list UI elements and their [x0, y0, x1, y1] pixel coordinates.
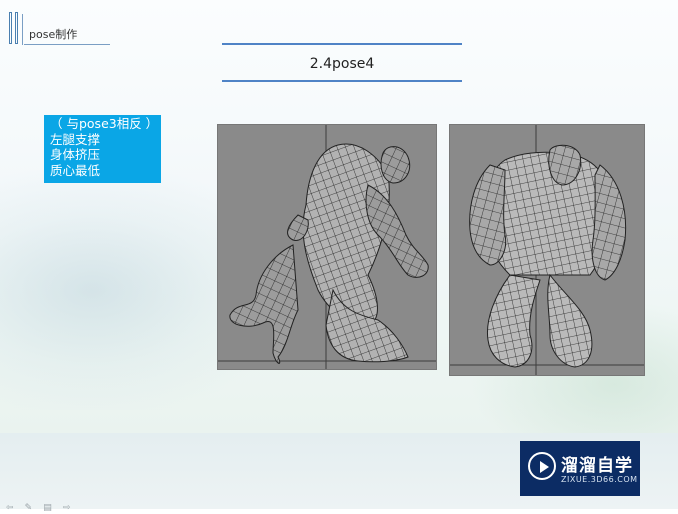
title-rule-top	[222, 43, 462, 45]
note-line: 左腿支撑	[50, 131, 101, 147]
menu-icon[interactable]: ▤	[43, 503, 52, 513]
next-slide-icon[interactable]: ⇨	[63, 503, 71, 513]
watermark-logo: 溜溜自学 ZIXUE.3D66.COM	[520, 441, 640, 496]
corner-decoration	[9, 12, 23, 44]
note-line: （ 与pose3相反 ）	[50, 116, 159, 131]
pen-icon[interactable]: ✎	[25, 503, 33, 513]
note-box: （ 与pose3相反 ） 左腿支撑 身体挤压 质心最低	[44, 115, 161, 183]
slide: pose制作 2.4pose4 （ 与pose3相反 ） 左腿支撑 身体挤压 质…	[0, 0, 678, 433]
slide-title: 2.4pose4	[309, 56, 375, 72]
section-title: pose制作	[29, 28, 78, 41]
wireframe-side-view	[217, 124, 437, 370]
prev-slide-icon[interactable]: ⇦	[6, 503, 14, 513]
note-line: 身体挤压	[50, 147, 101, 162]
slide-controls: ⇦ ✎ ▤ ⇨	[6, 495, 76, 513]
play-logo-icon	[528, 452, 556, 480]
watermark-url: ZIXUE.3D66.COM	[561, 475, 638, 484]
wireframe-front-view	[449, 124, 645, 376]
title-rule-bottom	[222, 80, 462, 82]
monster-side-wireframe	[218, 125, 436, 369]
watermark-name: 溜溜自学	[561, 456, 633, 476]
monster-front-wireframe	[450, 125, 644, 375]
corner-divider	[22, 14, 23, 45]
section-underline	[24, 44, 110, 45]
note-line: 质心最低	[50, 162, 101, 178]
